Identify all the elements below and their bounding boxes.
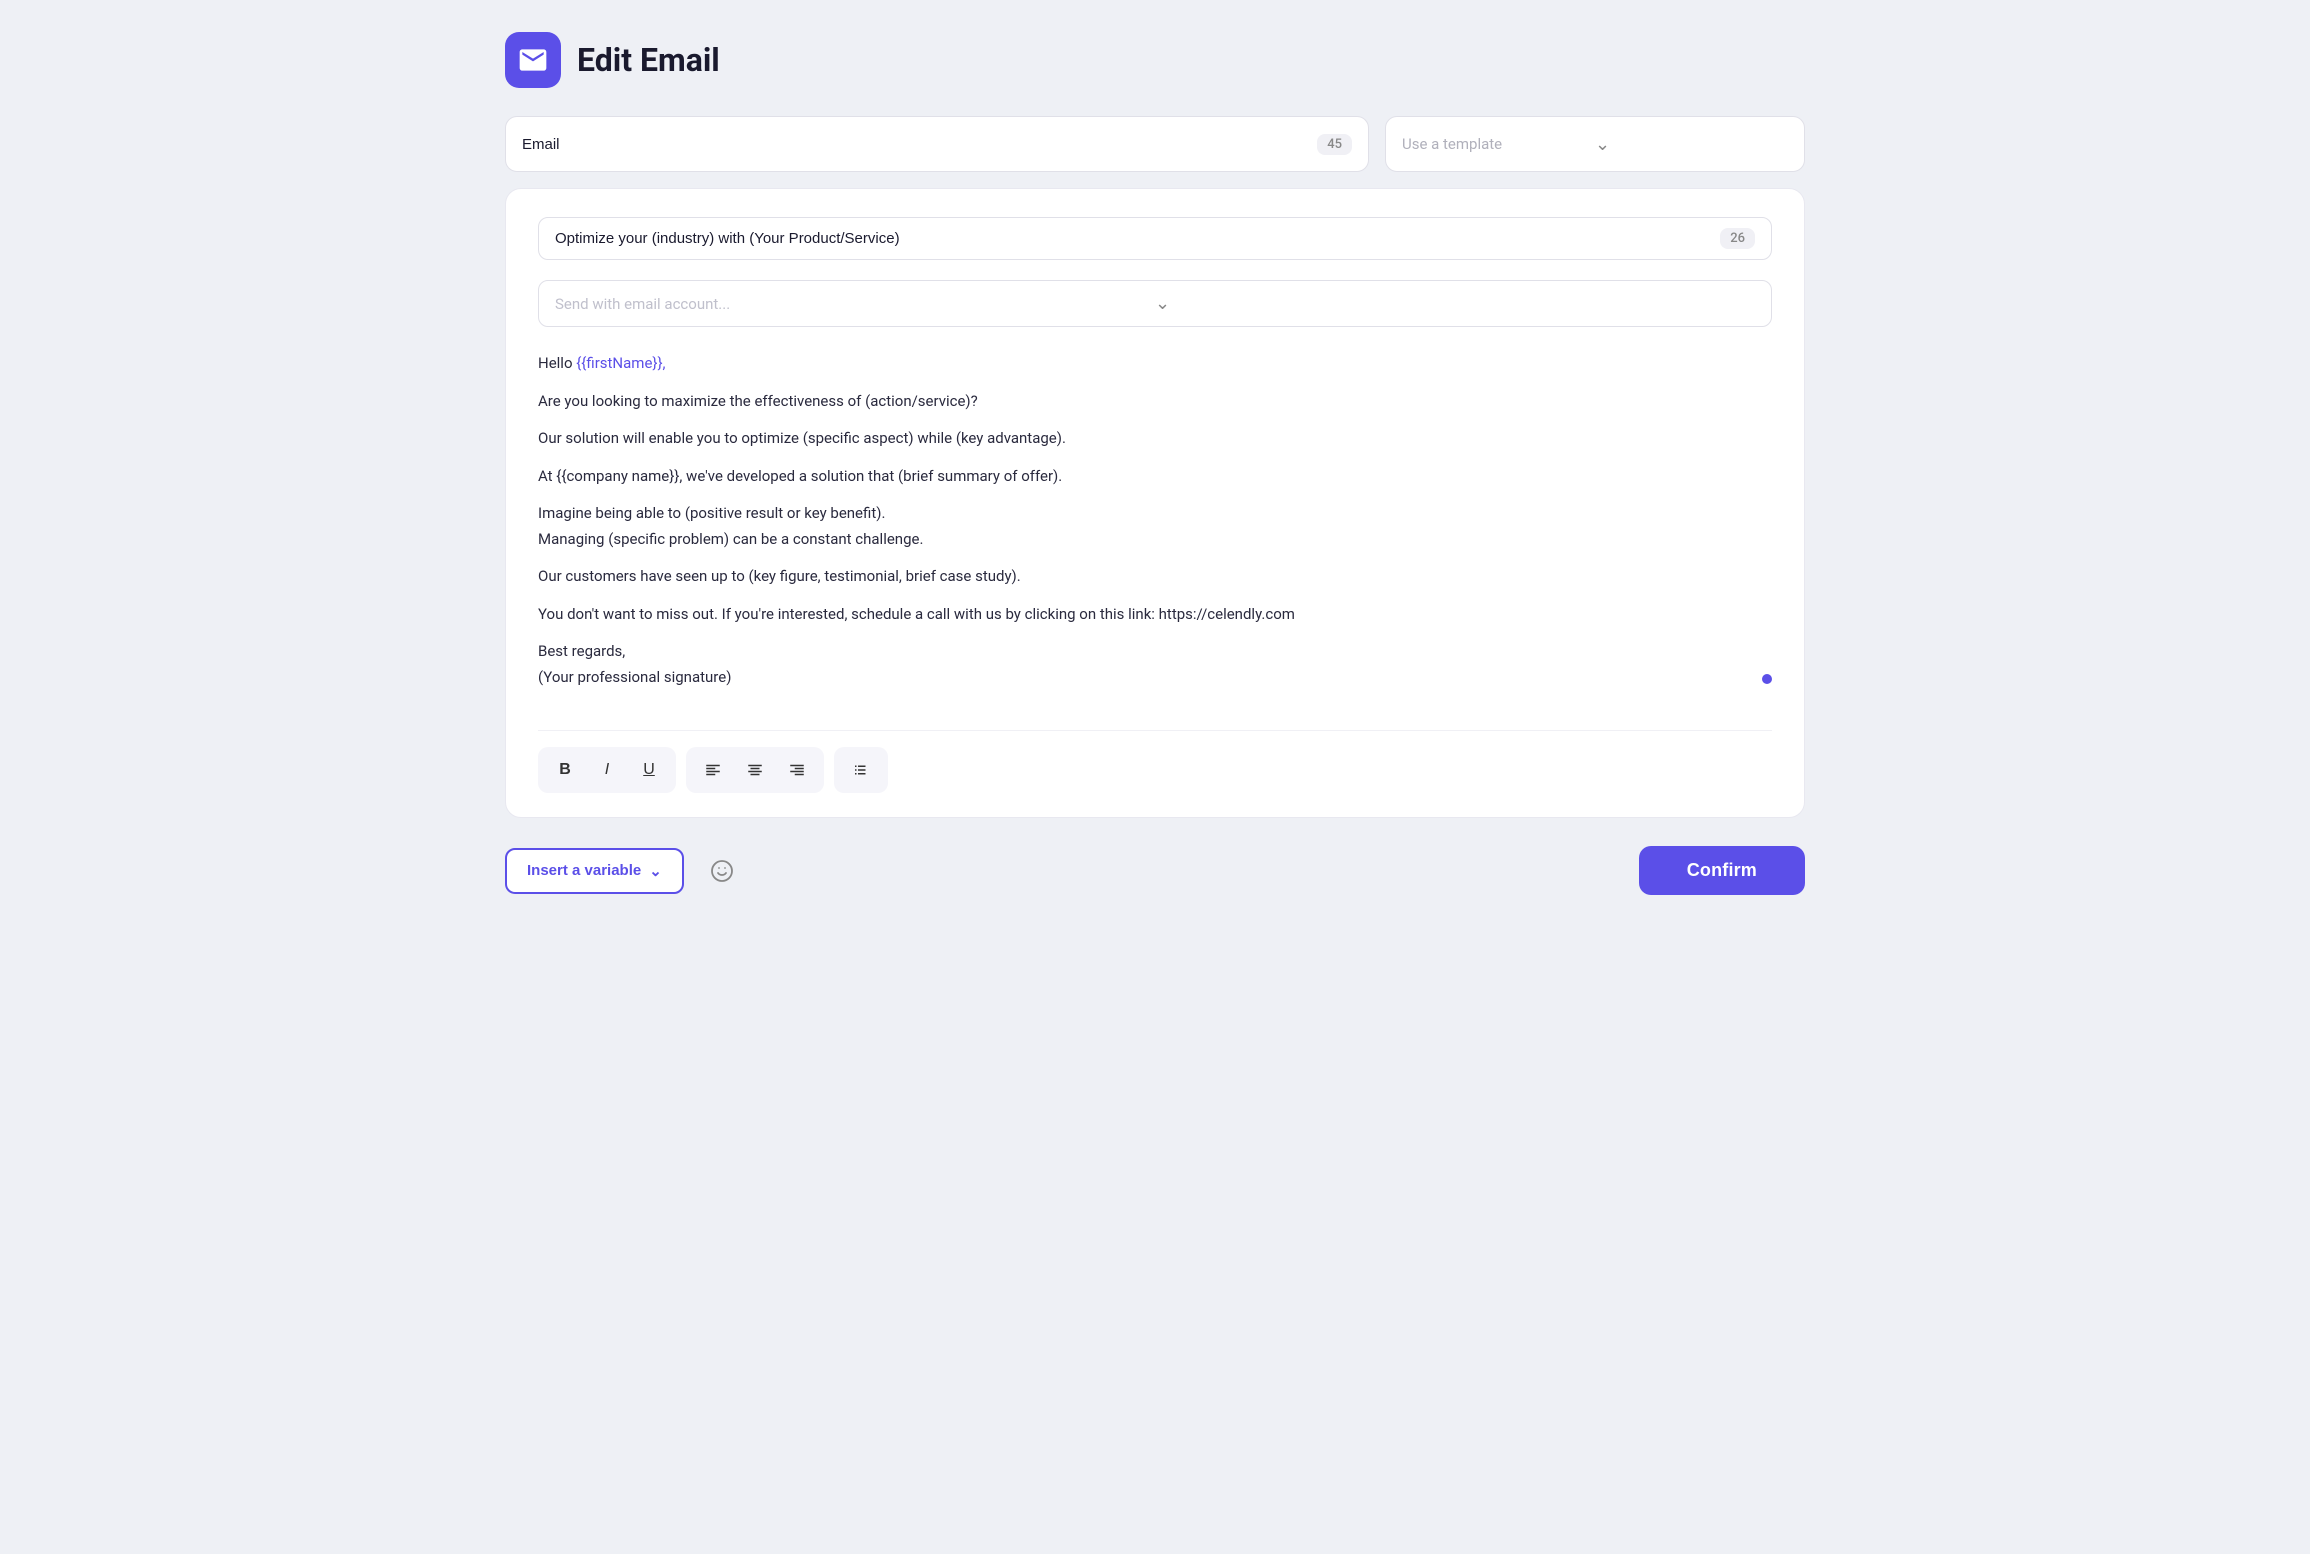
template-select-placeholder: Use a template xyxy=(1402,135,1595,153)
align-center-button[interactable] xyxy=(738,753,772,787)
subject-row: 26 xyxy=(538,217,1772,260)
send-account-placeholder: Send with email account... xyxy=(555,295,1155,313)
bottom-bar: Insert a variable ⌄ Confirm xyxy=(505,846,1805,895)
send-account-select[interactable]: Send with email account... ⌄ xyxy=(538,280,1772,327)
underline-button[interactable]: U xyxy=(632,753,666,787)
chevron-down-icon: ⌄ xyxy=(649,862,662,880)
subject-input[interactable] xyxy=(555,230,1720,247)
confirm-button[interactable]: Confirm xyxy=(1639,846,1805,895)
chevron-down-icon: ⌄ xyxy=(1595,134,1788,155)
body-line3: At {{company name}}, we've developed a s… xyxy=(538,464,1772,490)
page-title: Edit Email xyxy=(577,41,720,79)
email-body[interactable]: Hello {{firstName}}, Are you looking to … xyxy=(538,351,1772,714)
body-line1: Are you looking to maximize the effectiv… xyxy=(538,389,1772,415)
align-left-button[interactable] xyxy=(696,753,730,787)
firstname-variable: {{firstName}}, xyxy=(576,354,665,372)
insert-variable-label: Insert a variable xyxy=(527,862,641,879)
align-right-button[interactable] xyxy=(780,753,814,787)
cursor-indicator xyxy=(1762,674,1772,684)
email-input-wrap: 45 xyxy=(505,116,1369,172)
emoji-button[interactable] xyxy=(700,849,744,893)
email-input[interactable] xyxy=(522,136,1317,153)
chevron-down-icon: ⌄ xyxy=(1155,293,1755,314)
body-line6: You don't want to miss out. If you're in… xyxy=(538,602,1772,628)
editor-toolbar: B I U xyxy=(538,730,1772,793)
editor-card: 26 Send with email account... ⌄ Hello {{… xyxy=(505,188,1805,818)
template-select[interactable]: Use a template ⌄ xyxy=(1385,116,1805,172)
subject-char-count: 26 xyxy=(1720,228,1755,249)
list-group xyxy=(834,747,888,793)
body-signature: Best regards, (Your professional signatu… xyxy=(538,639,1772,690)
insert-variable-button[interactable]: Insert a variable ⌄ xyxy=(505,848,684,894)
text-format-group: B I U xyxy=(538,747,676,793)
app-icon xyxy=(505,32,561,88)
email-char-count: 45 xyxy=(1317,134,1352,155)
body-line5: Our customers have seen up to (key figur… xyxy=(538,564,1772,590)
body-line4: Imagine being able to (positive result o… xyxy=(538,501,1772,552)
body-line2: Our solution will enable you to optimize… xyxy=(538,426,1772,452)
list-button[interactable] xyxy=(844,753,878,787)
body-greeting: Hello {{firstName}}, xyxy=(538,351,1772,377)
align-group xyxy=(686,747,824,793)
italic-button[interactable]: I xyxy=(590,753,624,787)
bold-button[interactable]: B xyxy=(548,753,582,787)
